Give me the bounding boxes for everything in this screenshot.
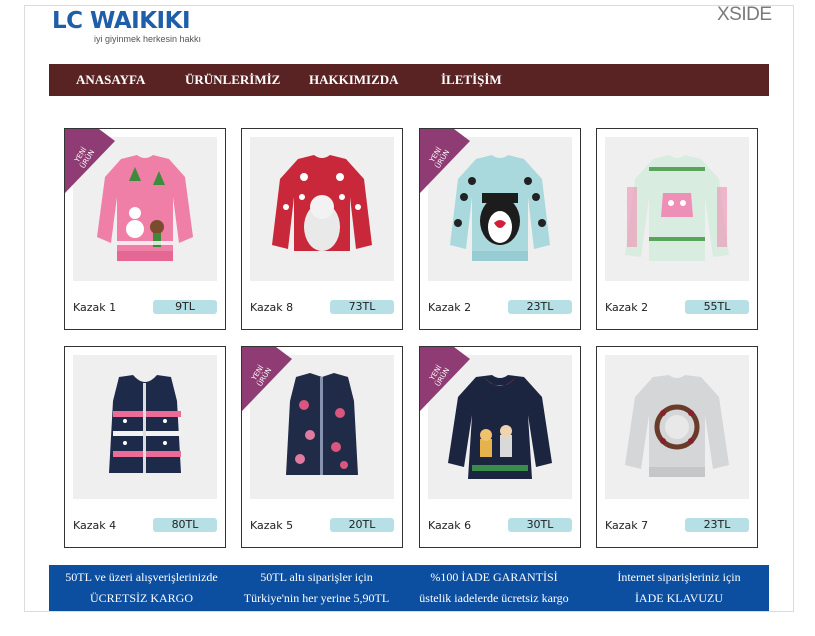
main-navbar: ANASAYFA ÜRÜNLERİMİZ HAKKIMIZDA İLETİŞİM — [49, 64, 769, 96]
product-name: Kazak 6 — [428, 519, 472, 532]
lc-waikiki-logo[interactable]: LC WAIKIKI iyi giyinmek herkesin hakkı — [52, 8, 202, 48]
product-card[interactable]: YENİ ÜRÜN Kazak 1 9TL — [64, 128, 226, 330]
product-image-navy-fairisle-vest[interactable] — [73, 355, 217, 499]
product-image-red-bear-sweater[interactable] — [250, 137, 394, 281]
product-price: 80TL — [153, 518, 217, 532]
product-name: Kazak 8 — [250, 301, 294, 314]
new-product-ribbon: YENİ ÜRÜN — [242, 347, 292, 411]
new-product-ribbon: YENİ ÜRÜN — [420, 129, 470, 193]
footer-line: İADE KLAVUZU — [634, 591, 724, 605]
product-price: 73TL — [330, 300, 394, 314]
product-image-mint-owl-sweater[interactable] — [605, 137, 749, 281]
info-footer: 50TL ve üzeri alışverişlerinizde ÜCRETSİ… — [49, 565, 769, 611]
nav-item-anasayfa[interactable]: ANASAYFA — [76, 64, 145, 96]
product-card[interactable]: Kazak 8 73TL — [241, 128, 403, 330]
footer-line: 50TL ve üzeri alışverişlerinizde — [65, 570, 218, 584]
product-card[interactable]: YENİ ÜRÜN Kazak 6 30TL — [419, 346, 581, 548]
product-price: 55TL — [685, 300, 749, 314]
footer-line: Türkiye'nin her yerine 5,90TL — [243, 591, 390, 605]
product-card[interactable]: Kazak 2 55TL — [596, 128, 758, 330]
product-price: 23TL — [508, 300, 572, 314]
footer-line: 50TL altı siparişler için — [260, 570, 373, 584]
logo-tagline: iyi giyinmek herkesin hakkı — [94, 34, 202, 44]
footer-line: ÜCRETSİZ KARGO — [89, 591, 193, 605]
footer-line: üstelik iadelerde ücretsiz kargo — [419, 591, 569, 605]
product-name: Kazak 5 — [250, 519, 294, 532]
xside-brand[interactable]: XSIDE — [717, 4, 772, 26]
new-product-ribbon: YENİ ÜRÜN — [65, 129, 115, 193]
product-price: 23TL — [685, 518, 749, 532]
product-name: Kazak 2 — [605, 301, 649, 314]
product-name: Kazak 2 — [428, 301, 472, 314]
footer-free-shipping[interactable]: 50TL ve üzeri alışverişlerinizde ÜCRETSİ… — [49, 567, 234, 611]
product-price: 30TL — [508, 518, 572, 532]
product-price: 20TL — [330, 518, 394, 532]
footer-return-guide[interactable]: İnternet siparişleriniz için İADE KLAVUZ… — [589, 567, 769, 611]
product-card[interactable]: Kazak 7 23TL — [596, 346, 758, 548]
footer-return-guarantee[interactable]: %100 İADE GARANTİSİ üstelik iadelerde üc… — [399, 567, 589, 611]
new-product-ribbon: YENİ ÜRÜN — [420, 347, 470, 411]
product-name: Kazak 7 — [605, 519, 649, 532]
product-card[interactable]: Kazak 4 80TL — [64, 346, 226, 548]
product-card[interactable]: YENİ ÜRÜN Kazak 2 23TL — [419, 128, 581, 330]
product-price: 9TL — [153, 300, 217, 314]
nav-item-urunlerimiz[interactable]: ÜRÜNLERİMİZ — [185, 64, 280, 96]
product-card[interactable]: YENİ ÜRÜN Kazak 5 20TL — [241, 346, 403, 548]
product-name: Kazak 1 — [73, 301, 117, 314]
product-image-grey-wreath-sweater[interactable] — [605, 355, 749, 499]
footer-shipping-fee[interactable]: 50TL altı siparişler için Türkiye'nin he… — [234, 567, 399, 611]
logo-wordmark: LC WAIKIKI — [52, 8, 191, 34]
nav-item-iletisim[interactable]: İLETİŞİM — [441, 64, 502, 96]
footer-line: %100 İADE GARANTİSİ — [430, 570, 558, 584]
product-name: Kazak 4 — [73, 519, 117, 532]
footer-line: İnternet siparişleriniz için — [617, 570, 741, 584]
nav-item-hakkimizda[interactable]: HAKKIMIZDA — [309, 64, 399, 96]
